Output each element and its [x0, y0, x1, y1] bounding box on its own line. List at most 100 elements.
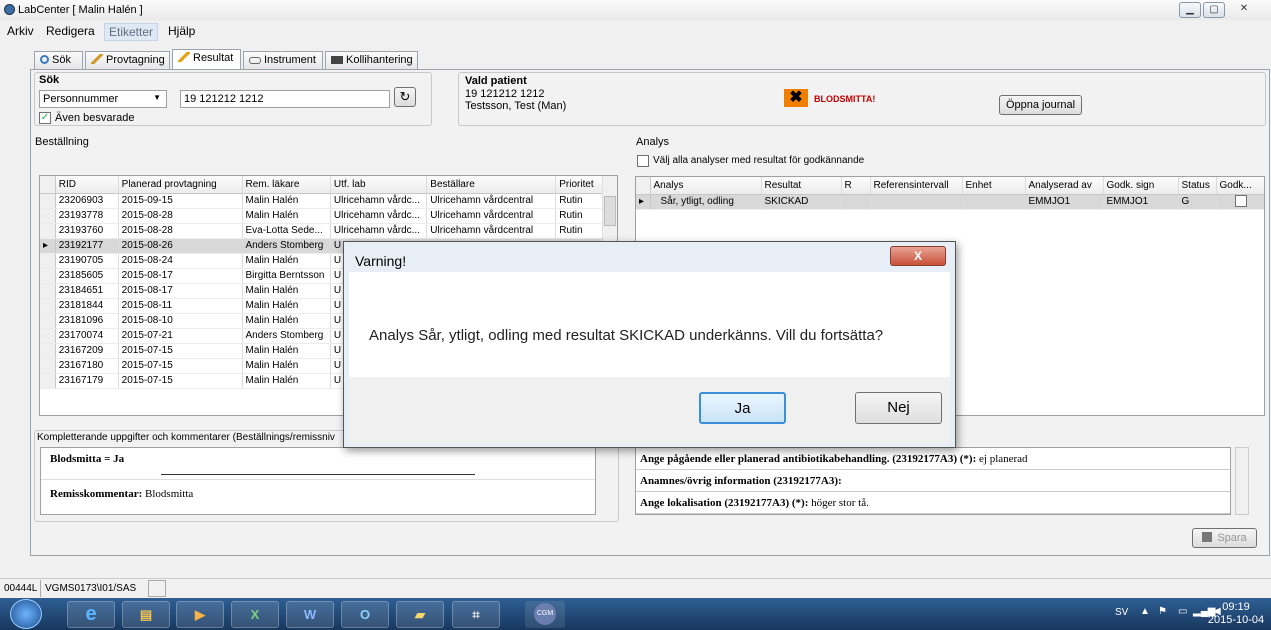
- column-header[interactable]: Analys: [650, 177, 762, 195]
- action-center-icon[interactable]: ⚑: [1158, 606, 1167, 617]
- tab-instrument[interactable]: Instrument: [243, 51, 323, 69]
- internet-explorer-icon[interactable]: e: [67, 601, 115, 628]
- table-row[interactable]: 23193760 2015-08-28 Eva-Lotta Sede... Ulric…: [40, 223, 603, 239]
- analysis-notes[interactable]: Ange pågående eller planerad antibiotika…: [635, 447, 1231, 515]
- row-header[interactable]: ▸: [40, 238, 56, 254]
- status-panel: [148, 580, 166, 597]
- tab-sok[interactable]: Sök: [34, 51, 83, 69]
- menu-etiketter[interactable]: Etiketter: [104, 23, 159, 41]
- table-cell: Malin Halén: [242, 208, 331, 224]
- column-header[interactable]: Resultat: [761, 177, 842, 195]
- tray-arrow-icon[interactable]: ▲: [1140, 606, 1150, 617]
- search-type-select[interactable]: Personnummer ▼: [39, 90, 167, 108]
- biohazard-icon: ✖: [784, 89, 808, 107]
- window-title: LabCenter [ Malin Halén ]: [18, 4, 143, 16]
- row-header[interactable]: [40, 298, 56, 314]
- table-cell: Malin Halén: [242, 313, 331, 329]
- pencil-icon: [178, 52, 190, 62]
- row-header[interactable]: ▸: [636, 194, 651, 210]
- maximize-icon[interactable]: ▢: [1203, 2, 1225, 18]
- file-explorer-icon[interactable]: ▤: [122, 601, 170, 628]
- warning-dialog: Varning! X Analys Sår, ytligt, odling me…: [343, 241, 956, 448]
- row-header[interactable]: [40, 268, 56, 284]
- include-answered-checkbox[interactable]: ✓: [39, 112, 51, 124]
- table-row[interactable]: ▸ Sår, ytligt, odling SKICKAD EMMJO1 EMMJO1 G: [636, 194, 1264, 210]
- column-header[interactable]: Enhet: [962, 177, 1026, 195]
- excel-icon[interactable]: X: [231, 601, 279, 628]
- battery-icon[interactable]: ▭: [1178, 606, 1187, 617]
- network-icon[interactable]: ⌗: [452, 601, 500, 628]
- start-orb-icon[interactable]: [10, 599, 42, 629]
- no-button[interactable]: Nej: [855, 392, 942, 424]
- close-icon[interactable]: ✕: [1233, 2, 1255, 18]
- search-type-value: Personnummer: [43, 93, 119, 105]
- dialog-close-button[interactable]: X: [890, 246, 946, 266]
- column-header[interactable]: Analyserad av: [1025, 177, 1104, 195]
- row-header[interactable]: [40, 253, 56, 269]
- analysis-note: Ange lokalisation (23192177A3) (*): höge…: [636, 492, 1230, 514]
- column-header[interactable]: Utf. lab: [330, 176, 428, 194]
- yes-button[interactable]: Ja: [699, 392, 786, 424]
- comments-textbox[interactable]: Blodsmitta = Ja Remisskommentar: Blodsmi…: [40, 447, 596, 515]
- bloodborne-warning: BLODSMITTA!: [814, 94, 876, 104]
- table-cell: 2015-08-17: [118, 283, 243, 299]
- menu-arkiv[interactable]: Arkiv: [7, 24, 34, 38]
- row-header[interactable]: [40, 193, 56, 209]
- language-indicator[interactable]: SV: [1115, 607, 1128, 618]
- row-header[interactable]: [40, 208, 56, 224]
- column-header[interactable]: Prioritet: [555, 176, 603, 194]
- refresh-button[interactable]: ↻: [394, 87, 416, 107]
- row-header[interactable]: [40, 223, 56, 239]
- column-header[interactable]: Referensintervall: [870, 177, 963, 195]
- row-header[interactable]: [40, 328, 56, 344]
- dialog-message: Analys Sår, ytligt, odling med resultat …: [369, 327, 884, 344]
- outlook-icon[interactable]: O: [341, 601, 389, 628]
- select-all-checkbox[interactable]: [637, 155, 649, 167]
- scroll-thumb[interactable]: [604, 196, 616, 226]
- table-cell: 23206903: [55, 193, 119, 209]
- column-header[interactable]: RID: [55, 176, 119, 194]
- table-cell: Ulricehamn vårdc...: [330, 223, 428, 239]
- status-bar: 00444L VGMS0173\I01/SAS: [0, 578, 1271, 598]
- table-cell: 2015-08-10: [118, 313, 243, 329]
- volume-icon[interactable]: ◀: [1213, 606, 1221, 617]
- menu-redigera[interactable]: Redigera: [46, 24, 95, 38]
- folder-icon[interactable]: ▰: [396, 601, 444, 628]
- column-header[interactable]: Planerad provtagning: [118, 176, 243, 194]
- row-header[interactable]: [40, 283, 56, 299]
- app-icon: [4, 4, 15, 15]
- row-header[interactable]: [40, 343, 56, 359]
- column-header[interactable]: Rem. läkare: [242, 176, 331, 194]
- save-button[interactable]: Spara: [1192, 528, 1257, 548]
- table-row[interactable]: 23206903 2015-09-15 Malin Halén Ulricehamn …: [40, 193, 603, 209]
- media-player-icon[interactable]: ▶: [176, 601, 224, 628]
- open-journal-button[interactable]: Öppna journal: [999, 95, 1082, 115]
- table-row[interactable]: 23193778 2015-08-28 Malin Halén Ulricehamn …: [40, 208, 603, 224]
- table-cell: 23192177: [55, 238, 119, 254]
- row-header[interactable]: [40, 313, 56, 329]
- column-header[interactable]: Godk. sign: [1103, 177, 1179, 195]
- status-divider: [40, 580, 41, 597]
- tab-resultat[interactable]: Resultat: [172, 49, 241, 70]
- row-header[interactable]: [40, 358, 56, 374]
- search-input[interactable]: 19 121212 1212: [180, 90, 390, 108]
- tab-provtagning[interactable]: Provtagning: [85, 51, 170, 69]
- magnifier-icon: [40, 55, 49, 64]
- column-header[interactable]: Beställare: [426, 176, 557, 194]
- column-header[interactable]: Status: [1178, 177, 1217, 195]
- approve-checkbox[interactable]: [1235, 195, 1247, 207]
- minimize-icon[interactable]: ▁: [1179, 2, 1201, 18]
- menu-hjalp[interactable]: Hjälp: [168, 24, 195, 38]
- notes-scrollbar[interactable]: [1235, 447, 1249, 515]
- column-header[interactable]: Godk...: [1216, 177, 1264, 195]
- approve-cell[interactable]: [1216, 194, 1264, 210]
- table-cell: 23167179: [55, 373, 119, 389]
- cgm-icon[interactable]: CGM: [525, 601, 565, 628]
- window-title-bar[interactable]: LabCenter [ Malin Halén ] ▁ ▢ ✕: [0, 0, 1271, 20]
- column-header[interactable]: R: [841, 177, 871, 195]
- table-cell: Ulricehamn vårdcentral: [426, 223, 557, 239]
- tab-kollihantering[interactable]: Kollihantering: [325, 51, 418, 69]
- table-cell: 2015-09-15: [118, 193, 243, 209]
- row-header[interactable]: [40, 373, 56, 389]
- word-icon[interactable]: W: [286, 601, 334, 628]
